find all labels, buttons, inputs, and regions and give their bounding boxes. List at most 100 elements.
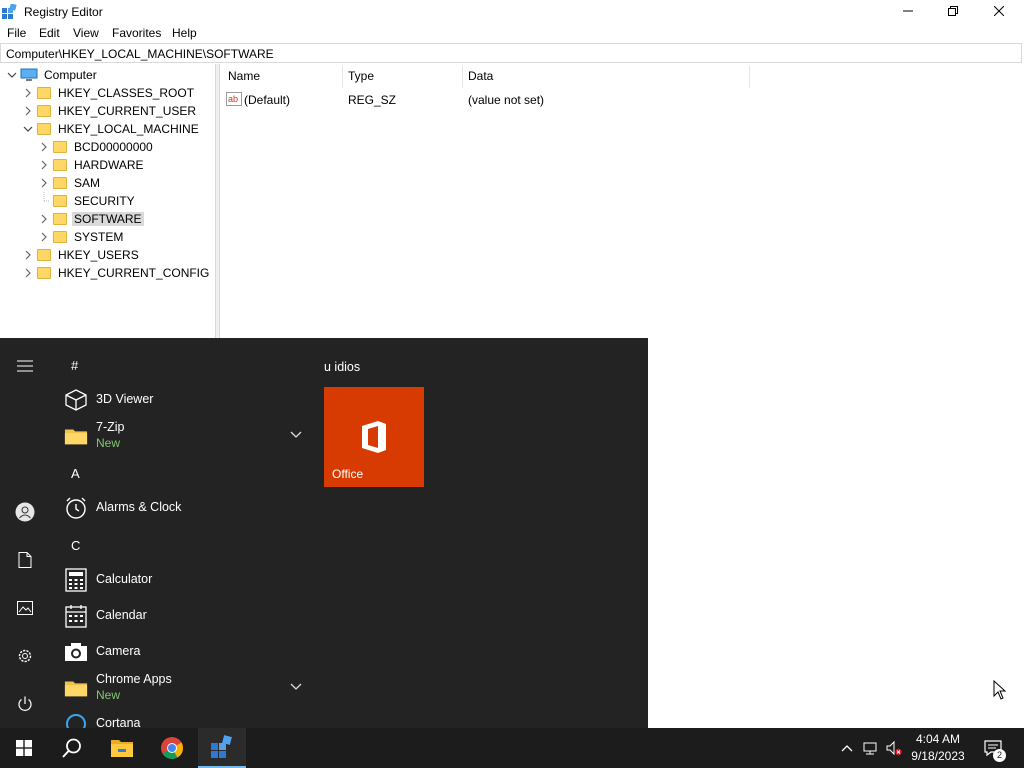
address-path: Computer\HKEY_LOCAL_MACHINE\SOFTWARE — [6, 47, 274, 61]
chevron-right-icon[interactable] — [20, 246, 36, 264]
power-icon — [18, 696, 32, 711]
folder-icon — [36, 104, 52, 118]
chevron-right-icon[interactable] — [20, 84, 36, 102]
registry-editor-icon — [2, 4, 17, 19]
app-name: Chrome Apps — [96, 672, 172, 686]
app-name: Camera — [96, 644, 141, 658]
minimize-button[interactable] — [885, 0, 931, 22]
column-header-type[interactable]: Type — [348, 69, 374, 83]
expand-menu-button[interactable] — [9, 350, 41, 382]
app-3d-viewer[interactable]: 3D Viewer — [62, 382, 312, 418]
chevron-right-icon[interactable] — [36, 228, 52, 246]
close-icon — [994, 6, 1004, 16]
chevron-right-icon[interactable] — [20, 102, 36, 120]
folder-icon — [36, 248, 52, 262]
chevron-up-icon[interactable] — [839, 740, 855, 756]
pictures-button[interactable] — [9, 592, 41, 624]
tree-label-computer: Computer — [44, 68, 97, 82]
office-tile[interactable]: Office — [324, 387, 424, 487]
registry-editor-icon — [211, 735, 232, 758]
app-name: Calculator — [96, 572, 153, 586]
menu-bar: File Edit View Favorites Help — [0, 24, 1024, 42]
restore-icon — [948, 6, 958, 16]
alarm-clock-icon — [64, 496, 88, 520]
menu-file[interactable]: File — [7, 26, 26, 40]
chevron-down-icon[interactable] — [4, 66, 20, 84]
chevron-right-icon[interactable] — [36, 156, 52, 174]
tree-item-software[interactable]: SOFTWARE — [36, 210, 144, 228]
column-header-name[interactable]: Name — [228, 69, 260, 83]
tree-item-hkey-current-user[interactable]: HKEY_CURRENT_USER — [20, 102, 198, 120]
user-icon — [15, 502, 35, 522]
column-divider[interactable] — [749, 66, 750, 88]
power-button[interactable] — [9, 688, 41, 720]
documents-button[interactable] — [9, 544, 41, 576]
start-button[interactable] — [0, 728, 48, 768]
tree-item-sam[interactable]: SAM — [36, 174, 102, 192]
cube-icon — [64, 388, 88, 412]
tree-item-hardware[interactable]: HARDWARE — [36, 156, 146, 174]
new-badge: New — [96, 688, 121, 702]
tree-label: SAM — [74, 176, 101, 190]
app-chrome-apps-folder[interactable]: Chrome Apps New — [62, 670, 312, 706]
settings-button[interactable] — [9, 640, 41, 672]
windows-logo-icon — [16, 740, 32, 756]
value-data: (value not set) — [468, 93, 545, 107]
menu-help[interactable]: Help — [172, 26, 197, 40]
close-button[interactable] — [976, 0, 1022, 22]
folder-icon — [36, 122, 52, 136]
app-camera[interactable]: Camera — [62, 634, 312, 670]
column-divider[interactable] — [342, 66, 343, 88]
chevron-down-icon[interactable] — [288, 678, 304, 694]
address-bar[interactable]: Computer\HKEY_LOCAL_MACHINE\SOFTWARE — [0, 43, 1022, 63]
account-button[interactable] — [9, 496, 41, 528]
registry-editor-taskbar-button[interactable] — [198, 728, 246, 768]
section-letter-a[interactable]: A — [71, 466, 80, 481]
chevron-right-icon[interactable] — [20, 264, 36, 282]
chevron-right-icon[interactable] — [36, 138, 52, 156]
tree-item-hkey-current-config[interactable]: HKEY_CURRENT_CONFIG — [20, 264, 211, 282]
chrome-button[interactable] — [148, 728, 196, 768]
cortana-icon — [64, 712, 88, 728]
app-calculator[interactable]: Calculator — [62, 562, 312, 598]
menu-edit[interactable]: Edit — [39, 26, 60, 40]
chevron-down-icon[interactable] — [288, 426, 304, 442]
tree-item-computer[interactable]: Computer — [4, 66, 99, 84]
section-letter-hash[interactable]: # — [71, 358, 78, 373]
clock-date[interactable]: 9/18/2023 — [900, 749, 976, 763]
tree-line-icon — [36, 192, 52, 210]
app-alarms-clock[interactable]: Alarms & Clock — [62, 490, 312, 526]
app-calendar[interactable]: Calendar — [62, 598, 312, 634]
pane-splitter[interactable] — [216, 64, 220, 338]
tile-group-title[interactable]: u idios — [324, 360, 360, 374]
search-icon — [62, 738, 81, 758]
column-divider[interactable] — [462, 66, 463, 88]
network-icon[interactable] — [863, 740, 879, 756]
chevron-right-icon[interactable] — [36, 210, 52, 228]
menu-favorites[interactable]: Favorites — [112, 26, 161, 40]
notification-count-badge: 2 — [993, 749, 1006, 762]
folder-icon — [52, 194, 68, 208]
tree-item-hkey-local-machine[interactable]: HKEY_LOCAL_MACHINE — [20, 120, 201, 138]
tree-item-security[interactable]: SECURITY — [36, 192, 137, 210]
tree-item-system[interactable]: SYSTEM — [36, 228, 125, 246]
tree-item-hkey-classes-root[interactable]: HKEY_CLASSES_ROOT — [20, 84, 196, 102]
mouse-cursor-icon — [993, 680, 1007, 700]
search-button[interactable] — [48, 728, 96, 768]
tree-item-hkey-users[interactable]: HKEY_USERS — [20, 246, 141, 264]
title-bar[interactable]: Registry Editor — [0, 0, 1024, 24]
column-header-data[interactable]: Data — [468, 69, 493, 83]
restore-button[interactable] — [930, 0, 976, 22]
file-explorer-button[interactable] — [98, 728, 146, 768]
chevron-right-icon[interactable] — [36, 174, 52, 192]
menu-view[interactable]: View — [73, 26, 99, 40]
chevron-down-icon[interactable] — [20, 120, 36, 138]
minimize-icon — [903, 10, 913, 12]
tree-item-bcd[interactable]: BCD00000000 — [36, 138, 155, 156]
app-cortana[interactable]: Cortana — [62, 706, 312, 728]
section-letter-c[interactable]: C — [71, 538, 80, 553]
clock-time[interactable]: 4:04 AM — [900, 732, 976, 746]
folder-icon — [64, 676, 88, 700]
app-7zip-folder[interactable]: 7-Zip New — [62, 418, 312, 454]
table-row[interactable]: ab (Default) REG_SZ (value not set) — [221, 91, 1001, 109]
